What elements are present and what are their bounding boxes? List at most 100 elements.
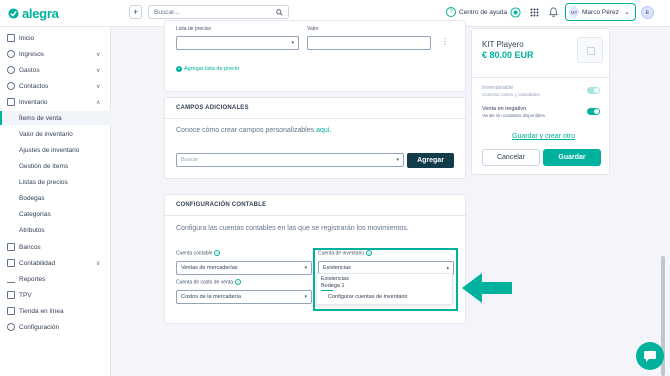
help-center-link[interactable]: ? Centro de ayuda bbox=[446, 7, 507, 17]
company-avatar[interactable]: E bbox=[641, 6, 654, 19]
price-list-select[interactable]: ▾ bbox=[176, 36, 299, 50]
sidebar-item-reportes[interactable]: Reportes bbox=[0, 272, 111, 286]
sales-account-select[interactable]: Ventas de mercaderías ▾ bbox=[176, 261, 312, 275]
save-button[interactable]: Guardar bbox=[543, 149, 601, 166]
sidebar-item-inicio[interactable]: Inicio bbox=[0, 31, 111, 45]
product-name: KIT Playero bbox=[482, 40, 524, 49]
chevron-down-icon: ∨ bbox=[96, 51, 101, 58]
quick-add-button[interactable]: + bbox=[129, 5, 142, 19]
sidebar-subitem-ajustes-inventario[interactable]: Ajustes de inventario bbox=[0, 143, 111, 157]
contacts-icon bbox=[7, 82, 15, 90]
apps-grid-icon[interactable] bbox=[528, 6, 540, 18]
sidebar-item-label: Inventario bbox=[19, 98, 48, 106]
sidebar-item-label: Atributos bbox=[19, 226, 45, 234]
negative-sale-sub: Vende sin unidades disponibles bbox=[482, 113, 546, 118]
sidebar-item-gastos[interactable]: Gastos ∨ bbox=[0, 63, 111, 77]
sidebar-subitem-listas-precios[interactable]: Listas de precios bbox=[0, 175, 111, 189]
save-and-create-link[interactable]: Guardar y crear otro bbox=[512, 133, 575, 140]
bell-icon[interactable] bbox=[547, 6, 559, 18]
sidebar: Inicio Ingresos ∨ Gastos ∨ Contactos ∨ Inve… bbox=[0, 27, 111, 376]
cost-account-select[interactable]: Costos de la mercadería ▾ bbox=[176, 290, 312, 304]
sidebar-item-label: Ingresos bbox=[19, 50, 44, 58]
sidebar-subitem-atributos[interactable]: Atributos bbox=[0, 223, 111, 237]
accounting-icon bbox=[7, 259, 15, 267]
sidebar-item-contactos[interactable]: Contactos ∨ bbox=[0, 79, 111, 93]
chevron-down-icon: ∨ bbox=[96, 260, 101, 267]
sidebar-item-tpv[interactable]: TPV bbox=[0, 288, 111, 302]
toggle-knob bbox=[594, 88, 599, 93]
caret-down-icon: ▾ bbox=[304, 265, 307, 271]
sidebar-item-bancos[interactable]: Bancos bbox=[0, 240, 111, 254]
product-image-placeholder[interactable] bbox=[577, 37, 603, 63]
inventariable-toggle[interactable] bbox=[587, 87, 600, 94]
sidebar-subitem-valor-inventario[interactable]: Valor de inventario bbox=[0, 127, 111, 141]
sidebar-item-ingresos[interactable]: Ingresos ∨ bbox=[0, 47, 111, 61]
extra-fields-search-placeholder: Buscar bbox=[181, 157, 199, 163]
divider bbox=[165, 118, 467, 119]
cancel-button[interactable]: Cancelar bbox=[482, 149, 540, 166]
sidebar-subitem-bodegas[interactable]: Bodegas bbox=[0, 191, 111, 205]
sidebar-subitem-items-de-venta[interactable]: Ítems de venta bbox=[0, 111, 111, 125]
sidebar-item-label: Contactos bbox=[19, 82, 49, 90]
add-field-button[interactable]: Agregar bbox=[407, 153, 454, 168]
accounting-text: Configura las cuentas contables en las q… bbox=[176, 225, 409, 232]
help-label: Centro de ayuda bbox=[459, 8, 508, 16]
chevron-down-icon: ∨ bbox=[96, 67, 101, 74]
sidebar-item-label: Bodegas bbox=[19, 194, 45, 202]
income-icon bbox=[7, 50, 15, 58]
toggle-knob bbox=[594, 109, 599, 114]
sidebar-item-label: Configuración bbox=[19, 323, 60, 331]
home-icon bbox=[7, 34, 15, 42]
alegra-logo[interactable]: alegra bbox=[8, 6, 59, 21]
extra-fields-link[interactable]: aquí. bbox=[316, 127, 332, 134]
settings-icon bbox=[7, 323, 15, 331]
sidebar-item-tienda[interactable]: Tienda en línea bbox=[0, 304, 111, 318]
chat-button[interactable] bbox=[636, 342, 664, 370]
add-price-list-link[interactable]: + Agregar lista de precio bbox=[176, 66, 239, 72]
inventory-icon bbox=[7, 98, 15, 106]
sidebar-item-configuracion[interactable]: Configuración bbox=[0, 320, 111, 334]
sidebar-item-label: Bancos bbox=[19, 243, 41, 251]
image-icon bbox=[587, 47, 595, 55]
search-placeholder: Buscar... bbox=[154, 8, 180, 16]
negative-sale-toggle[interactable] bbox=[587, 108, 600, 115]
pos-icon bbox=[7, 291, 15, 299]
search-input[interactable]: Buscar... bbox=[148, 5, 289, 19]
chevron-up-icon: ∧ bbox=[96, 99, 101, 106]
assistant-icon[interactable] bbox=[509, 6, 521, 18]
sidebar-subitem-categorias[interactable]: Categorías bbox=[0, 207, 111, 221]
divider bbox=[472, 77, 611, 78]
sidebar-item-label: Ajustes de inventario bbox=[19, 146, 80, 154]
search-icon bbox=[276, 8, 283, 16]
cost-account-value: Costos de la mercadería bbox=[181, 294, 241, 300]
arrow-left-icon bbox=[462, 273, 512, 303]
help-icon[interactable]: ? bbox=[214, 250, 221, 256]
more-options-icon[interactable]: ⋮ bbox=[441, 37, 449, 46]
product-summary-card: KIT Playero € 80.00 EUR Inventariable Co… bbox=[471, 28, 611, 175]
chevron-down-icon: ∨ bbox=[96, 83, 101, 90]
price-list-label: Lista de precios bbox=[176, 26, 212, 32]
inventariable-sub: Controla costos y cantidades bbox=[482, 92, 540, 97]
sidebar-item-label: TPV bbox=[19, 291, 32, 299]
product-price: € 80.00 EUR bbox=[482, 50, 534, 60]
expenses-icon bbox=[7, 66, 15, 74]
help-icon[interactable]: ? bbox=[235, 279, 241, 285]
bank-icon bbox=[7, 243, 15, 251]
extra-fields-card: CAMPOS ADICIONALES Conoce cómo crear cam… bbox=[164, 97, 467, 179]
sidebar-item-label: Valor de inventario bbox=[19, 130, 73, 138]
sidebar-subitem-gestion-items[interactable]: Gestión de ítems bbox=[0, 159, 111, 173]
extra-fields-text: Conoce cómo crear campos personalizables… bbox=[176, 127, 332, 134]
caret-down-icon: ▾ bbox=[304, 294, 307, 300]
price-value-input[interactable] bbox=[307, 36, 431, 50]
extra-fields-search[interactable]: Buscar ▾ bbox=[176, 153, 404, 167]
sidebar-item-contabilidad[interactable]: Contabilidad ∨ bbox=[0, 256, 111, 270]
alegra-logo-icon bbox=[8, 8, 19, 19]
negative-sale-label: Venta en negativo bbox=[482, 106, 527, 112]
sidebar-item-inventario[interactable]: Inventario ∧ bbox=[0, 95, 111, 109]
cost-account-label-text: Cuenta de costo de venta bbox=[176, 279, 233, 286]
help-icon: ? bbox=[446, 7, 456, 17]
chevron-down-icon: ⌄ bbox=[624, 9, 630, 16]
sidebar-item-label: Ítems de venta bbox=[19, 114, 62, 122]
reports-icon bbox=[7, 275, 15, 283]
user-menu[interactable]: MP Marco Pérez ⌄ bbox=[565, 3, 636, 21]
